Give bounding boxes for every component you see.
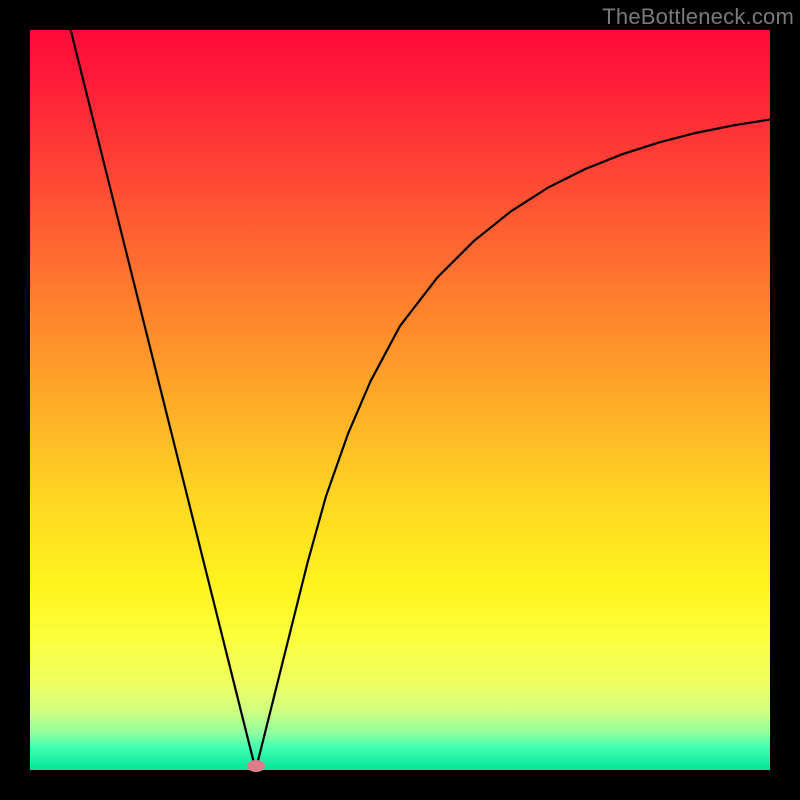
minimum-marker — [247, 760, 265, 772]
chart-container: TheBottleneck.com — [0, 0, 800, 800]
watermark: TheBottleneck.com — [602, 4, 794, 30]
chart-svg — [30, 30, 770, 770]
bottleneck-curve — [71, 30, 770, 770]
